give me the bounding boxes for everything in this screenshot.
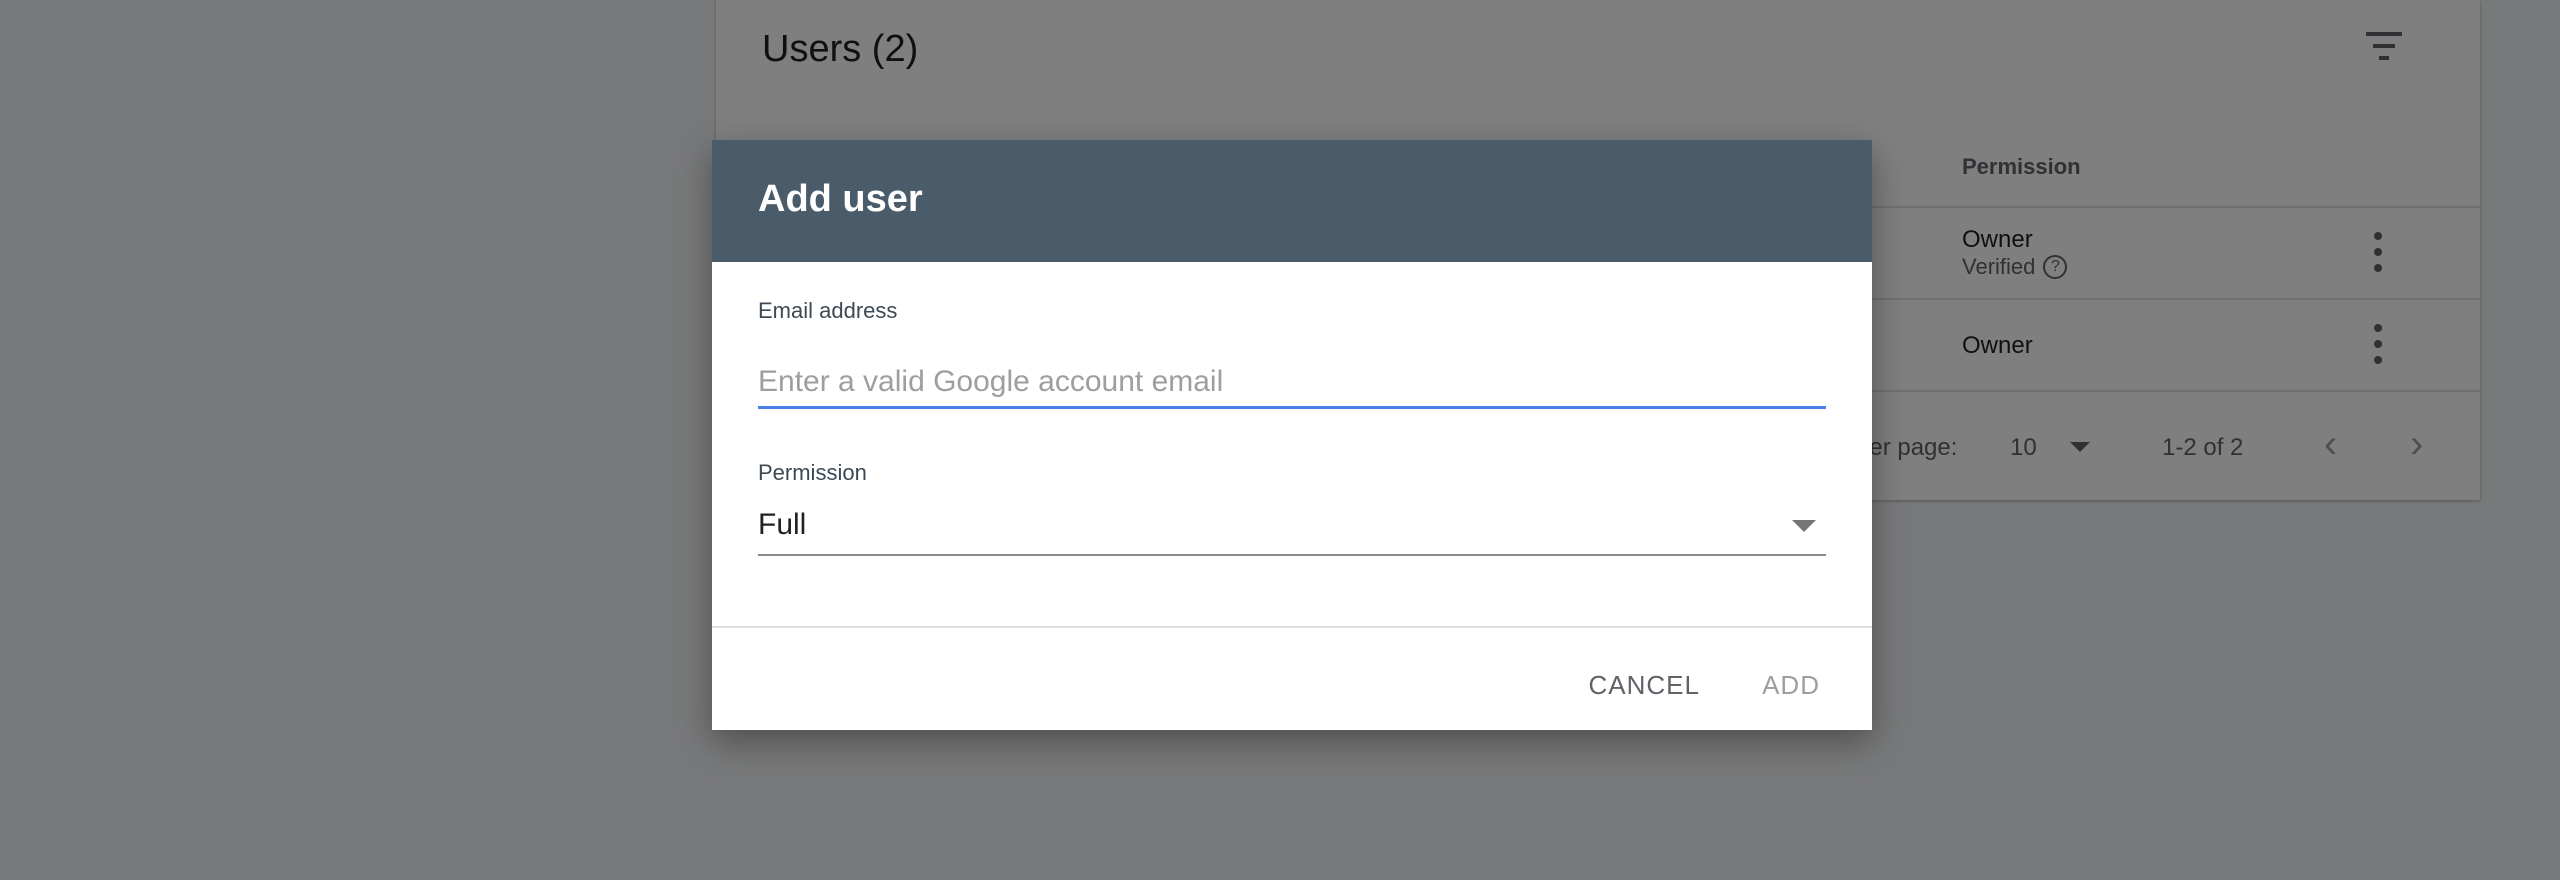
add-button[interactable]: ADD <box>1756 666 1826 705</box>
dialog-divider <box>712 626 1872 628</box>
dialog-header: Add user <box>712 140 1872 262</box>
dialog-title: Add user <box>758 178 923 220</box>
permission-field-label: Permission <box>758 460 867 485</box>
cancel-button[interactable]: CANCEL <box>1583 666 1706 705</box>
permission-select[interactable]: Full <box>758 504 1826 556</box>
add-user-dialog: Add user Email address Permission Full C… <box>712 140 1872 730</box>
permission-select-value: Full <box>758 508 807 541</box>
email-field[interactable] <box>758 358 1826 409</box>
email-field-label: Email address <box>758 298 898 323</box>
chevron-down-icon[interactable] <box>1792 520 1816 532</box>
